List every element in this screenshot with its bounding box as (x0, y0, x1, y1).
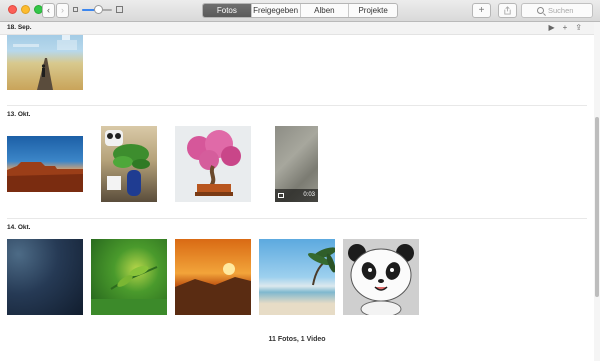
tab-freigegeben[interactable]: Freigegeben (250, 4, 300, 17)
photo-dark-blue[interactable] (7, 239, 83, 315)
photo-green-leaves[interactable] (91, 239, 167, 315)
section-divider (7, 105, 587, 106)
video-gray-texture[interactable]: 0:03 (275, 126, 318, 202)
photo-panda-plant[interactable] (101, 126, 157, 202)
search-icon (537, 7, 544, 14)
photo-panda-plant-image (105, 130, 150, 196)
plus-icon[interactable]: + (563, 23, 568, 32)
photo-beach-palm[interactable] (259, 239, 335, 315)
small-thumbnails-icon (73, 7, 78, 12)
photo-green-leaves-image (91, 265, 167, 315)
search-field[interactable] (521, 3, 593, 18)
vertical-scrollbar[interactable] (594, 22, 600, 361)
photo-bonsai[interactable] (175, 126, 251, 202)
photo-desert-mesa-image (7, 162, 83, 192)
tab-alben[interactable]: Alben (299, 4, 349, 17)
view-tabs: Fotos Freigegeben Alben Projekte (202, 3, 398, 18)
section-date: 13. Okt. (7, 111, 31, 118)
photo-panda-doll-image (348, 244, 414, 315)
photo-panda-doll[interactable] (343, 239, 419, 315)
video-camera-icon (278, 193, 284, 198)
library-summary: 11 Fotos, 1 Video (268, 336, 326, 343)
video-duration: 0:03 (303, 192, 315, 198)
section-header: 18. Sep. ▶ + ⇪ (0, 22, 594, 35)
section-divider (7, 218, 587, 219)
large-thumbnails-icon (116, 6, 123, 13)
header-date: 18. Sep. (7, 24, 32, 31)
photo-sunset-image (175, 263, 251, 315)
share-button[interactable] (498, 3, 517, 18)
back-button[interactable]: ‹ (42, 3, 55, 18)
photo-road-runner[interactable] (7, 30, 83, 90)
share-icon[interactable]: ⇪ (575, 23, 582, 32)
zoom-knob[interactable] (94, 5, 103, 14)
photo-bonsai-image (187, 130, 241, 196)
zoom-slider[interactable] (73, 4, 123, 16)
forward-button[interactable]: › (56, 3, 69, 18)
plus-icon: + (478, 5, 485, 16)
minimize-window-button[interactable] (21, 5, 30, 14)
photo-sunset[interactable] (175, 239, 251, 315)
tab-projekte[interactable]: Projekte (348, 4, 397, 17)
play-icon[interactable]: ▶ (548, 23, 554, 32)
tab-fotos[interactable]: Fotos (203, 4, 251, 17)
video-badge: 0:03 (275, 189, 318, 202)
toolbar: ‹ › Fotos Freigegeben Alben Projekte + (0, 0, 600, 22)
search-input[interactable] (548, 5, 592, 16)
add-button[interactable]: + (472, 3, 491, 18)
photo-road-runner-image (13, 32, 77, 90)
photos-window: ‹ › Fotos Freigegeben Alben Projekte + S… (0, 0, 600, 361)
section-date: 14. Okt. (7, 224, 31, 231)
chevron-left-icon: ‹ (47, 5, 50, 15)
photo-beach-palm-image (308, 247, 335, 286)
scrollbar-thumb[interactable] (595, 117, 599, 297)
photo-grid: 18. Sep. ▶ + ⇪ 13. Okt. 0:03 14. Okt. 11… (0, 22, 600, 361)
share-icon (504, 6, 511, 15)
close-window-button[interactable] (8, 5, 17, 14)
photo-desert-mesa[interactable] (7, 136, 83, 192)
chevron-right-icon: › (61, 5, 64, 15)
header-actions: ▶ + ⇪ (548, 23, 582, 32)
